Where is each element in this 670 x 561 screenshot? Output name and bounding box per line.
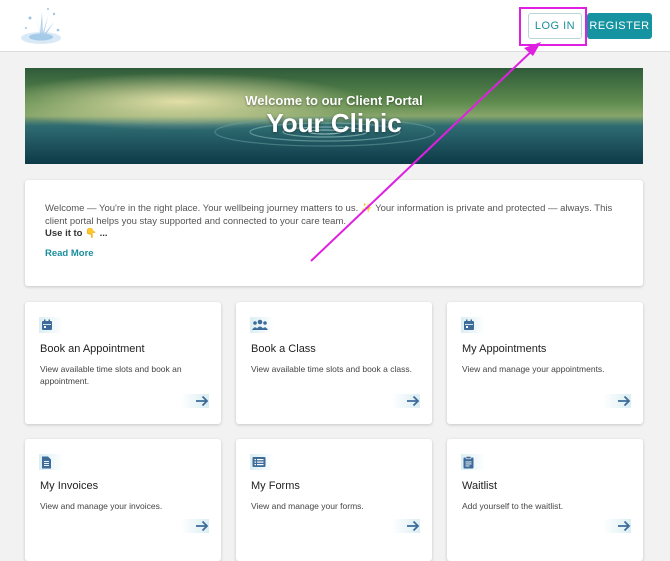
arrow-right-icon[interactable] xyxy=(617,395,631,407)
card-title: Waitlist xyxy=(462,480,498,492)
card-my-appointments[interactable]: My Appointments View and manage your app… xyxy=(447,302,643,424)
card-my-forms[interactable]: My Forms View and manage your forms. xyxy=(236,439,432,561)
welcome-use-it: Use it to 👇 ... xyxy=(45,228,108,239)
card-description: View available time slots and book a cla… xyxy=(251,364,412,374)
card-title: My Appointments xyxy=(462,343,547,355)
card-description: View and manage your invoices. xyxy=(40,501,163,511)
arrow-right-icon[interactable] xyxy=(406,520,420,532)
list-icon xyxy=(252,457,266,467)
card-description: View and manage your forms. xyxy=(251,501,364,511)
login-highlight-box xyxy=(519,7,587,46)
arrow-right-icon[interactable] xyxy=(195,395,209,407)
card-description: Add yourself to the waitlist. xyxy=(462,501,564,511)
clipboard-icon xyxy=(463,455,474,468)
calendar-icon xyxy=(42,319,52,330)
welcome-text: Welcome — You're in the right place. You… xyxy=(45,203,613,227)
card-title: Book an Appointment xyxy=(40,343,145,355)
read-more-link[interactable]: Read More xyxy=(45,248,94,259)
card-title: Book a Class xyxy=(251,343,316,355)
hero-subtitle: Welcome to our Client Portal xyxy=(245,93,423,108)
calendar-icon xyxy=(464,319,474,330)
hero-title: Your Clinic xyxy=(266,108,402,138)
card-waitlist[interactable]: Waitlist Add yourself to the waitlist. xyxy=(447,439,643,561)
splash-logo-icon[interactable] xyxy=(14,4,70,48)
arrow-right-icon[interactable] xyxy=(195,520,209,532)
card-book-class[interactable]: Book a Class View available time slots a… xyxy=(236,302,432,424)
hero-banner: Welcome to our Client Portal Your Clinic xyxy=(25,68,643,164)
arrow-right-icon[interactable] xyxy=(406,395,420,407)
welcome-panel: Welcome — You're in the right place. You… xyxy=(25,180,643,286)
card-title: My Invoices xyxy=(40,480,99,492)
card-my-invoices[interactable]: My Invoices View and manage your invoice… xyxy=(25,439,221,561)
document-icon xyxy=(42,456,51,468)
register-button[interactable]: REGISTER xyxy=(587,13,652,39)
card-description: View available time slots and book an ap… xyxy=(40,364,182,386)
card-title: My Forms xyxy=(251,480,300,492)
card-book-appointment[interactable]: Book an Appointment View available time … xyxy=(25,302,221,424)
card-description: View and manage your appointments. xyxy=(462,364,605,374)
arrow-right-icon[interactable] xyxy=(617,520,631,532)
group-icon xyxy=(252,319,268,330)
top-header: LOG IN REGISTER xyxy=(0,0,670,52)
